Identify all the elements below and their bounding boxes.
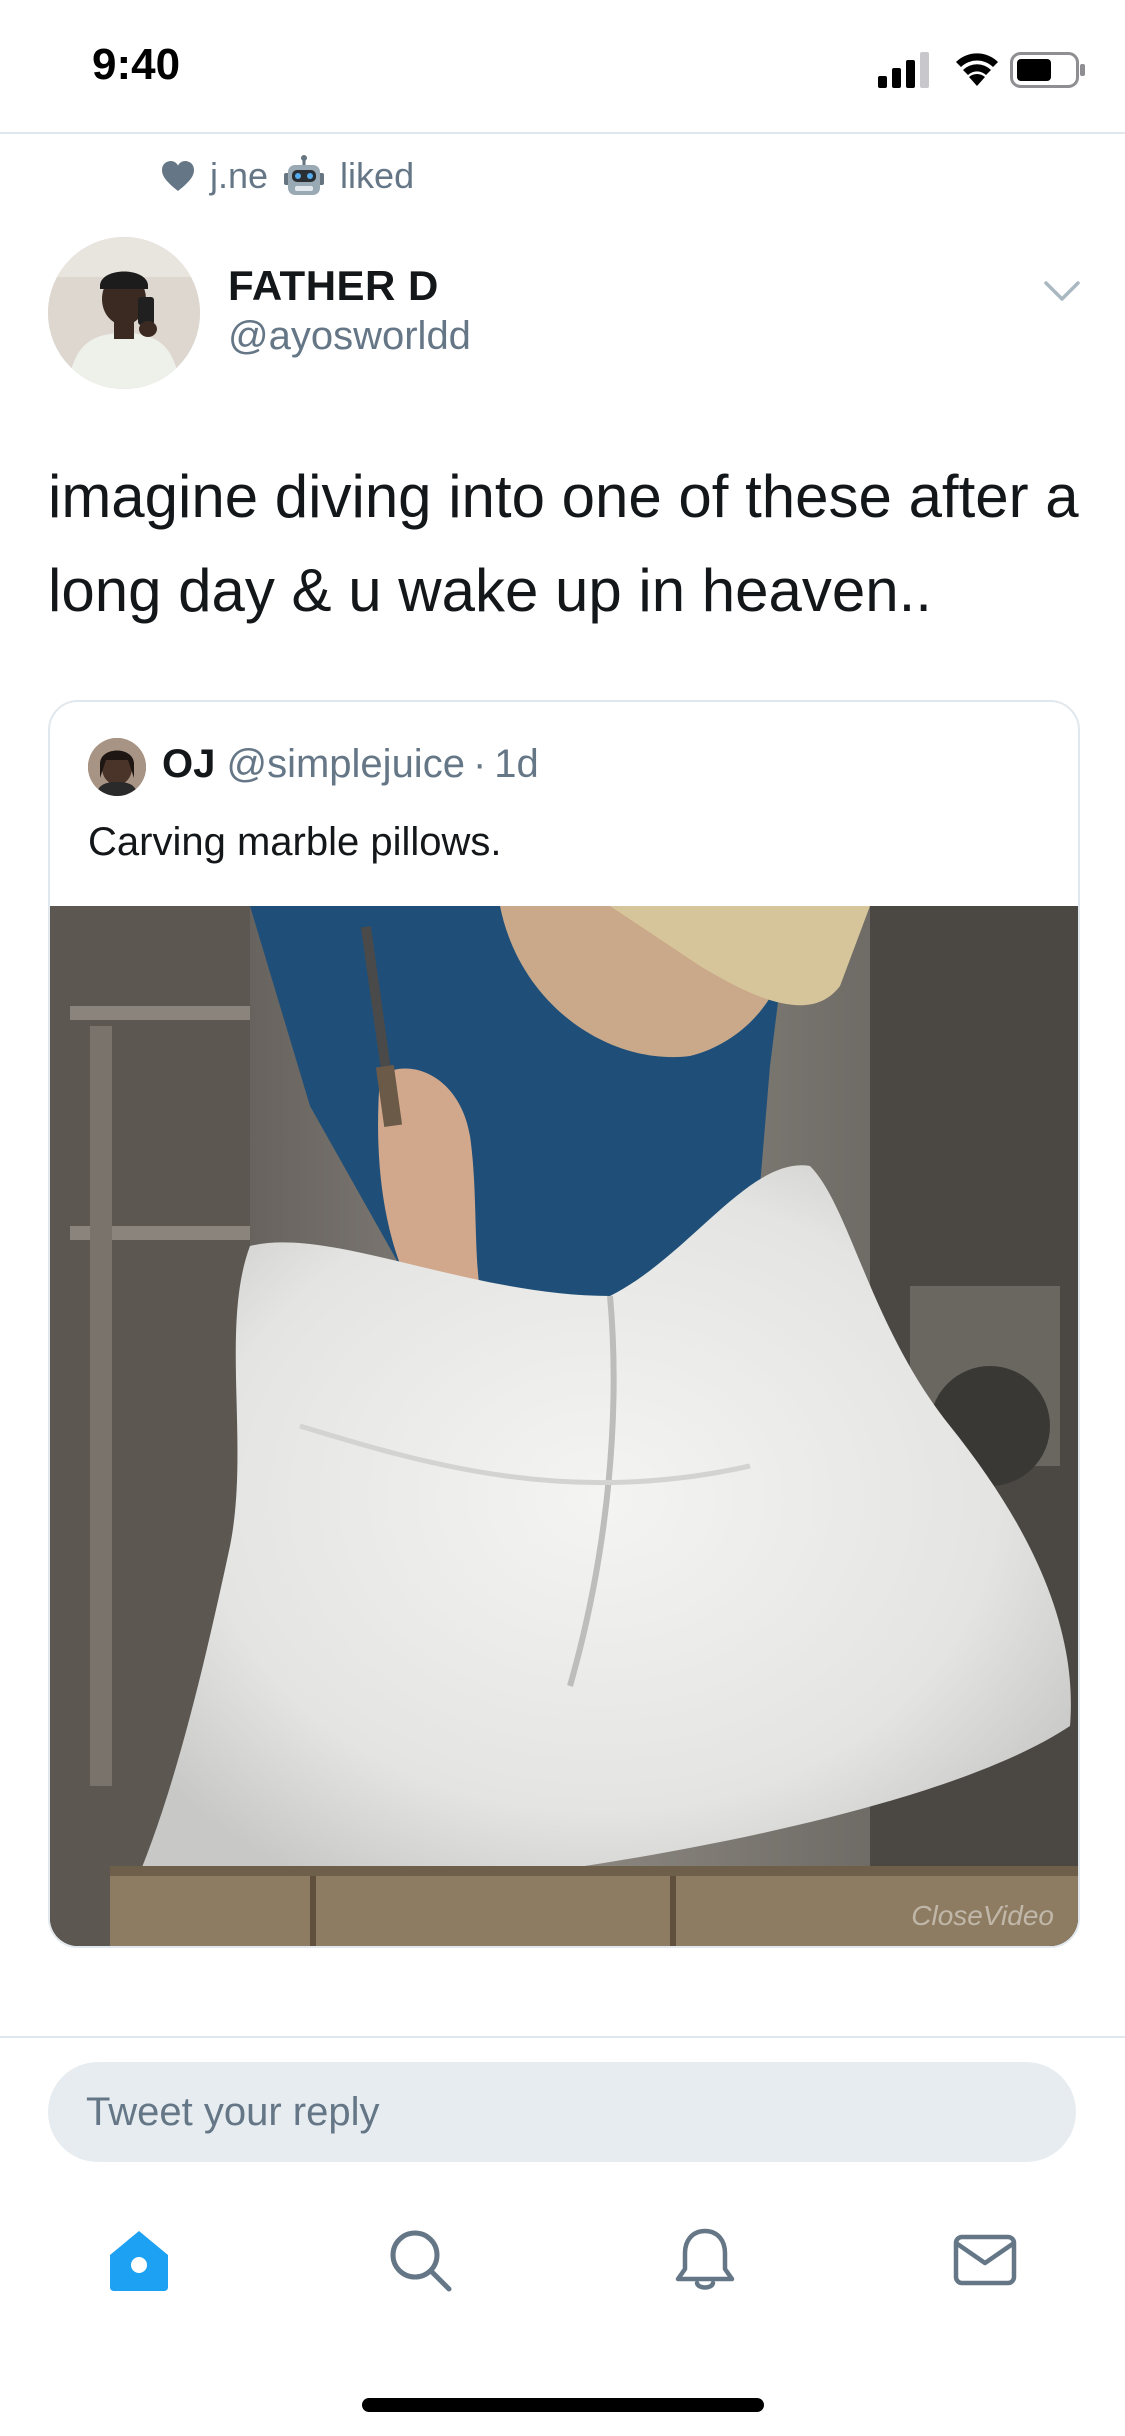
messages-icon[interactable] (950, 2225, 1020, 2295)
separator: · (472, 742, 487, 786)
chevron-down-icon[interactable] (1040, 274, 1084, 308)
home-icon[interactable] (104, 2225, 174, 2295)
status-time: 9:40 (92, 40, 181, 89)
quoted-display-name[interactable]: OJ (162, 742, 215, 786)
tweet-text: imagine diving into one of these after a… (48, 463, 1079, 624)
author-username[interactable]: @ayosworldd (228, 314, 471, 359)
robot-emoji-icon (282, 155, 326, 197)
reply-input[interactable]: Tweet your reply (48, 2062, 1076, 2162)
home-indicator[interactable] (362, 2398, 764, 2412)
notifications-icon[interactable] (670, 2225, 740, 2295)
search-icon[interactable] (385, 2225, 455, 2295)
cellular-signal-icon (878, 50, 934, 88)
quoted-time: 1d (494, 742, 539, 786)
liked-label: liked (340, 155, 415, 196)
wifi-icon (952, 48, 1002, 88)
status-bar: 9:40 (0, 0, 1125, 134)
quoted-tweet-media[interactable]: CloseVideo (50, 906, 1078, 1946)
media-watermark: CloseVideo (911, 1900, 1054, 1931)
quoted-author-avatar (88, 738, 146, 796)
battery-icon (1010, 52, 1086, 88)
heart-icon (160, 159, 196, 193)
author-display-name[interactable]: FATHER D (228, 262, 439, 310)
author-avatar[interactable] (48, 237, 200, 389)
quoted-tweet-card[interactable]: OJ @simplejuice · 1d Carving marble pillow… (48, 700, 1080, 1948)
quoted-tweet-header: OJ @simplejuice · 1d (162, 742, 539, 787)
liker-name[interactable]: j.ne (210, 155, 268, 197)
quoted-username[interactable]: @simplejuice (226, 742, 464, 786)
social-context[interactable]: j.ne liked (160, 150, 414, 202)
reply-placeholder: Tweet your reply (86, 2090, 380, 2134)
quoted-tweet-text: Carving marble pillows. (88, 820, 502, 864)
